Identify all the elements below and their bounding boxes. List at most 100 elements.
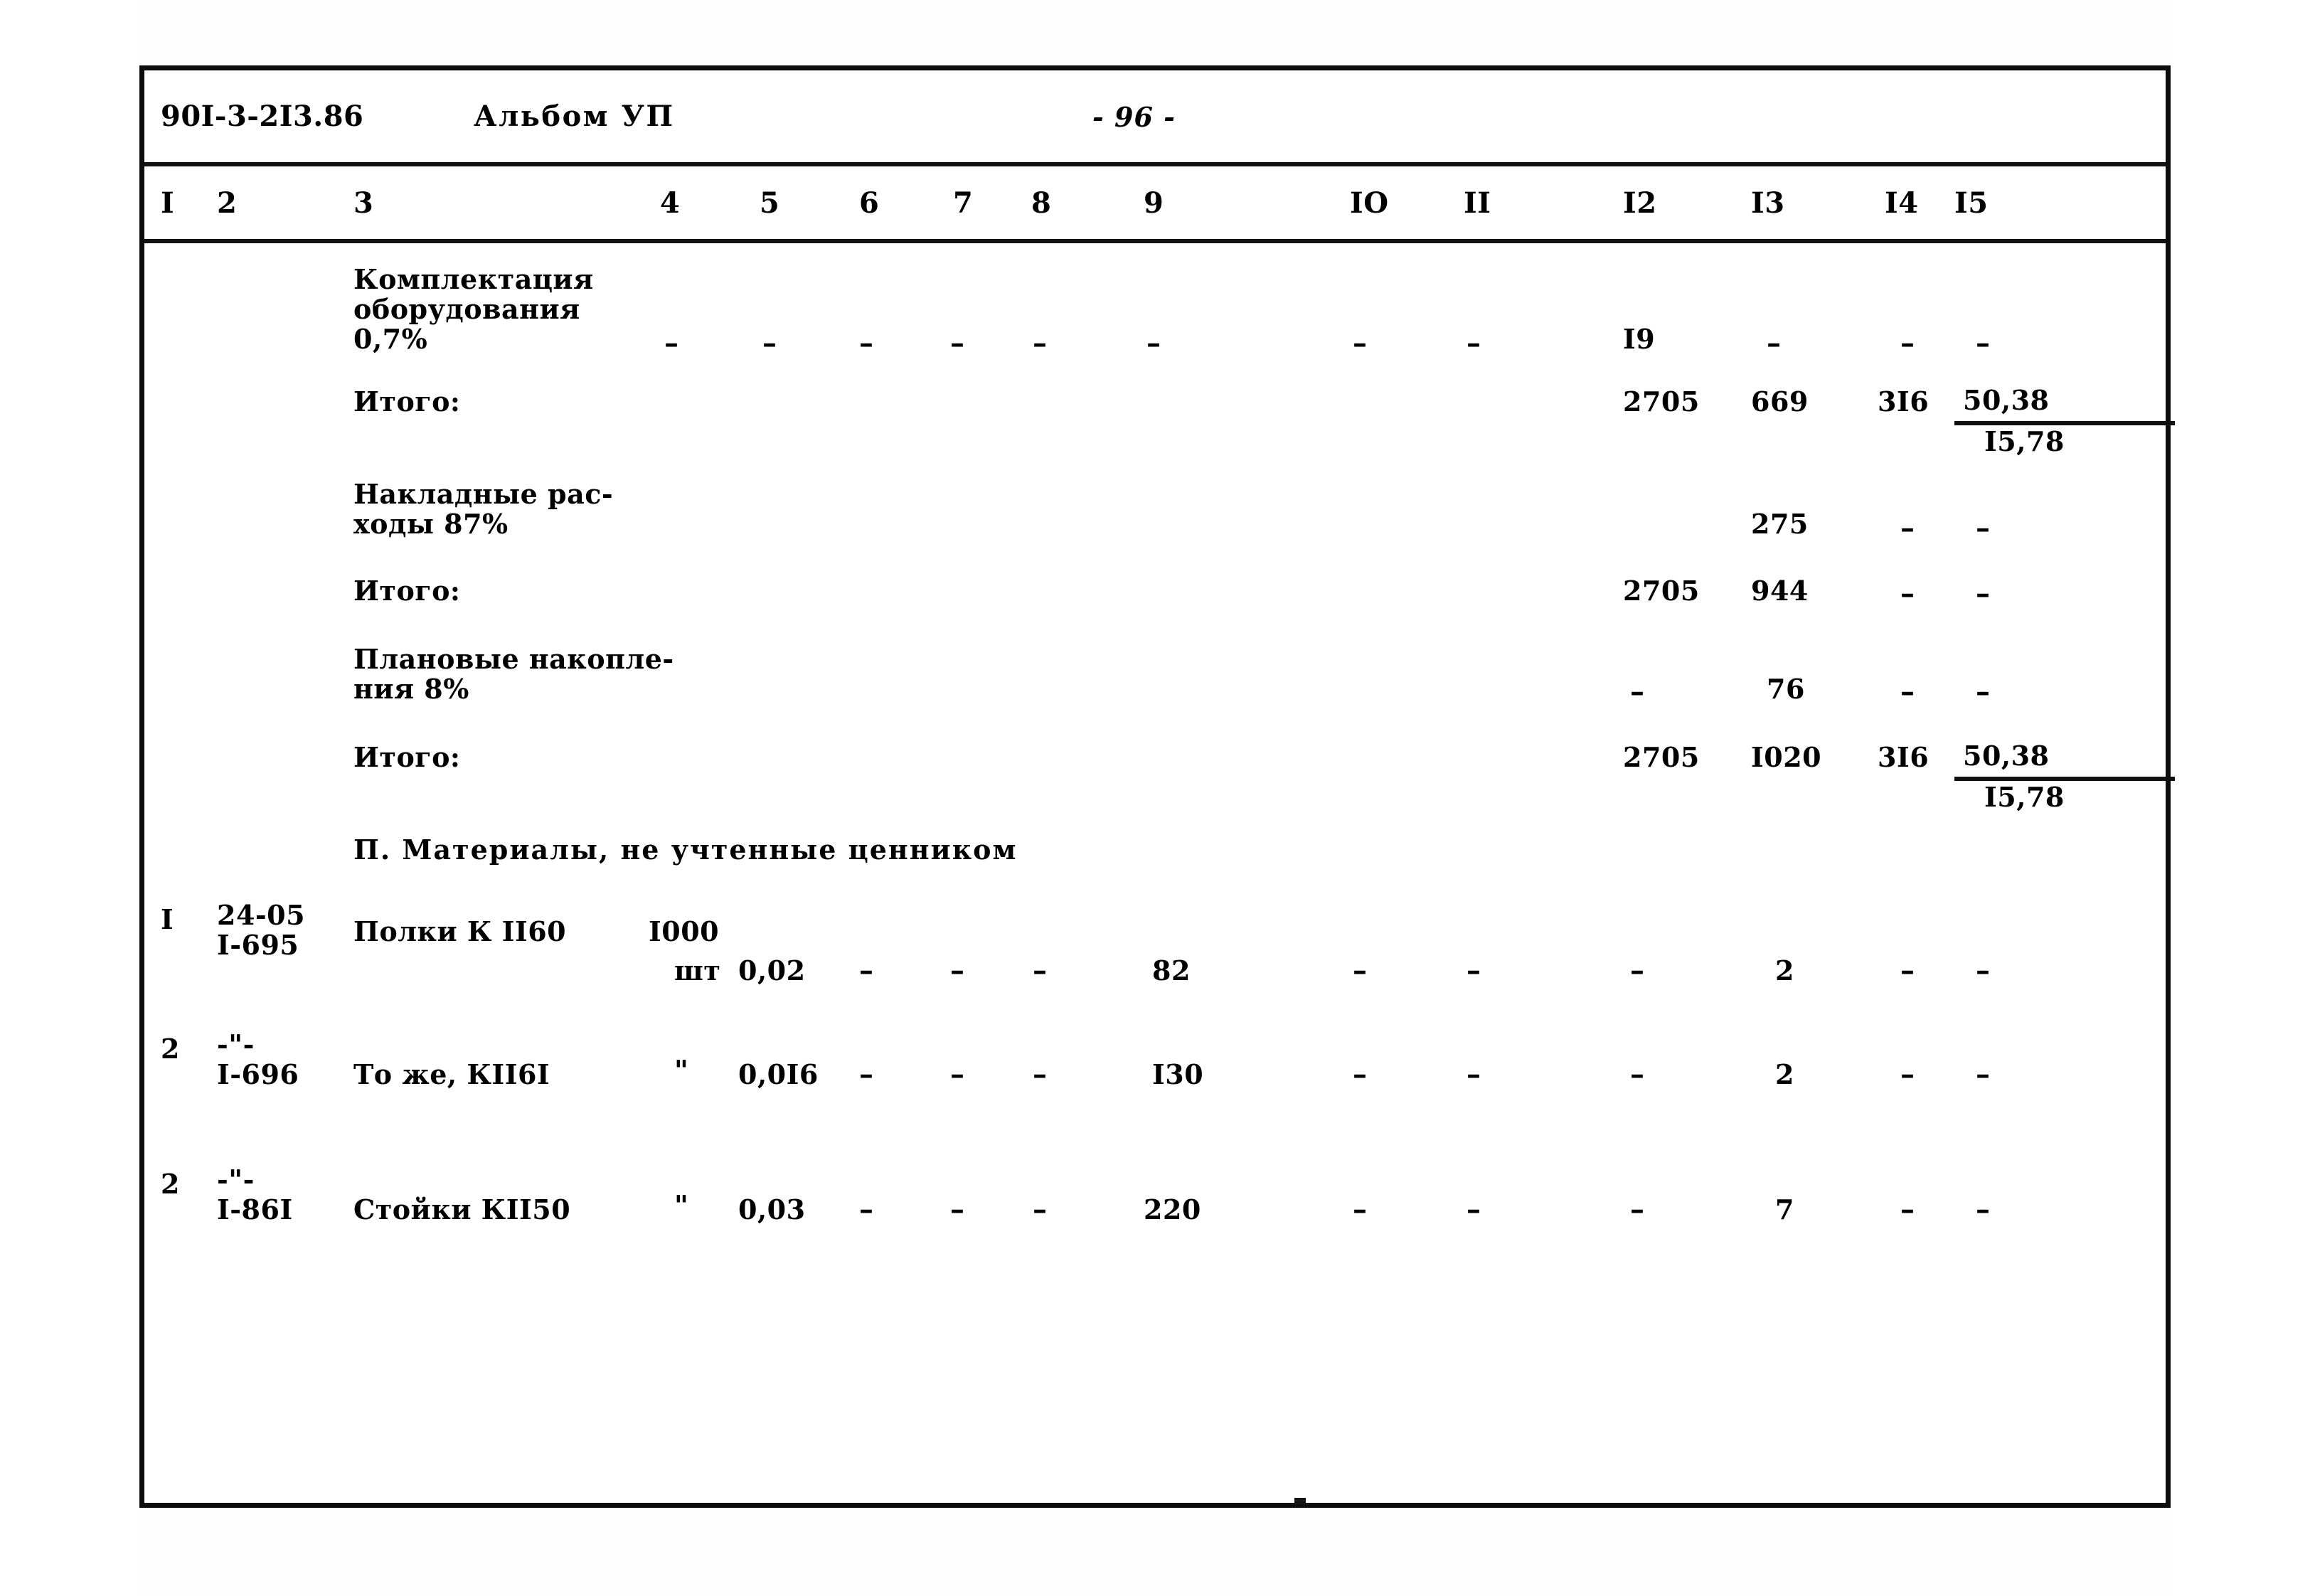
- column-header-15: I5: [1954, 186, 1989, 220]
- header-rule-top: [144, 162, 2166, 166]
- mrow1-c15: –: [1976, 954, 1991, 987]
- column-header-1: I: [161, 186, 175, 220]
- row-planovye-c12: –: [1630, 675, 1645, 708]
- row-komplektaciya-c8: –: [1033, 326, 1048, 360]
- row-komplektaciya-c11: –: [1467, 326, 1481, 360]
- row-komplektaciya-c9: –: [1146, 326, 1161, 360]
- row-itogo-2-c12: 2705: [1623, 575, 1700, 607]
- page-number: - 96 -: [1092, 101, 1176, 133]
- column-header-12: I2: [1623, 186, 1657, 220]
- mrow2-c9: I30: [1152, 1058, 1204, 1090]
- row-komplektaciya-line1: Комплектация: [353, 263, 594, 295]
- mrow2-c11: –: [1467, 1058, 1481, 1091]
- row-nakladnye-c15: –: [1976, 511, 1991, 545]
- row-nakladnye-c14: –: [1900, 511, 1915, 545]
- column-header-4: 4: [660, 186, 681, 220]
- mrow1-c14: –: [1900, 954, 1915, 987]
- row-itogo-3-c12: 2705: [1623, 741, 1700, 773]
- column-header-10: IO: [1350, 186, 1389, 220]
- mrow1-c4-line2: шт: [674, 954, 721, 986]
- column-header-6: 6: [859, 186, 880, 220]
- mrow2-c2-line1: -"-: [217, 1028, 255, 1060]
- scanned-page: 90I-3-2I3.86 Альбом УП - 96 - I 2 3 4 5 …: [0, 0, 2310, 1596]
- mrow1-c2-line1: 24-05: [217, 899, 306, 931]
- mrow1-c6: –: [859, 954, 874, 987]
- row-itogo-1-c15-top: 50,38: [1963, 384, 2050, 416]
- row-komplektaciya-c15: –: [1976, 326, 1991, 360]
- mrow3-c4-line2: ": [674, 1189, 689, 1221]
- row-planovye-c13: 76: [1767, 673, 1805, 705]
- section-title-materials: П. Материалы, не учтенные ценником: [353, 834, 1018, 866]
- mrow3-c10: –: [1353, 1193, 1368, 1226]
- mrow1-c7: –: [950, 954, 965, 987]
- row-itogo-1-label: Итого:: [353, 385, 461, 417]
- row-komplektaciya-c14: –: [1900, 326, 1915, 360]
- document-code: 90I-3-2I3.86: [161, 100, 364, 133]
- row-komplektaciya-line2: оборудования: [353, 293, 580, 325]
- row-nakladnye-line2: ходы 87%: [353, 508, 509, 540]
- mrow2-c2-line2: I-696: [217, 1058, 299, 1090]
- page-margin-left: [0, 0, 139, 1596]
- row-itogo-1-c15-bottom: I5,78: [1984, 425, 2065, 457]
- row-nakladnye-line1: Накладные рас-: [353, 478, 614, 510]
- mrow3-c12: –: [1630, 1193, 1645, 1226]
- row-itogo-3-label: Итого:: [353, 741, 461, 773]
- mrow2-c12: –: [1630, 1058, 1645, 1091]
- mrow3-c13: 7: [1775, 1193, 1794, 1225]
- row-komplektaciya-c13: –: [1767, 326, 1782, 360]
- row-planovye-c14: –: [1900, 675, 1915, 708]
- mrow1-c11: –: [1467, 954, 1481, 987]
- row-itogo-2-c14: –: [1900, 577, 1915, 610]
- page-margin-right: [2171, 0, 2310, 1596]
- column-header-5: 5: [760, 186, 780, 220]
- column-header-7: 7: [953, 186, 974, 220]
- row-planovye-line2: ния 8%: [353, 673, 469, 705]
- mrow2-c10: –: [1353, 1058, 1368, 1091]
- header-rule-bottom: [144, 239, 2166, 243]
- row-itogo-1-c13: 669: [1751, 385, 1809, 417]
- mrow3-c9: 220: [1144, 1193, 1201, 1225]
- row-itogo-2-c15: –: [1976, 577, 1991, 610]
- mrow3-c2-line2: I-86I: [217, 1193, 293, 1225]
- row-komplektaciya-c5: –: [762, 326, 777, 360]
- row-itogo-2-c13: 944: [1751, 575, 1809, 607]
- row-komplektaciya-line3: 0,7%: [353, 323, 428, 355]
- mrow2-c7: –: [950, 1058, 965, 1091]
- mrow2-c6: –: [859, 1058, 874, 1091]
- mrow2-c8: –: [1033, 1058, 1048, 1091]
- mrow1-c1: I: [161, 903, 174, 935]
- row-itogo-2-label: Итого:: [353, 575, 461, 607]
- column-header-9: 9: [1144, 186, 1164, 220]
- row-itogo-3-c15-top: 50,38: [1963, 740, 2050, 772]
- column-header-14: I4: [1885, 186, 1919, 220]
- mrow3-c3: Стойки КII50: [353, 1193, 571, 1225]
- document-header: 90I-3-2I3.86 Альбом УП - 96 -: [161, 100, 2152, 149]
- mrow3-c15: –: [1976, 1193, 1991, 1226]
- row-itogo-3-c15-bottom: I5,78: [1984, 781, 2065, 813]
- row-itogo-3-c13: I020: [1751, 741, 1822, 773]
- mrow3-c1: 2: [161, 1168, 180, 1200]
- row-nakladnye-c13: 275: [1751, 508, 1809, 540]
- mrow3-c5: 0,03: [738, 1193, 806, 1225]
- mrow3-c6: –: [859, 1193, 874, 1226]
- mrow1-c13: 2: [1775, 954, 1794, 986]
- row-itogo-1-c12: 2705: [1623, 385, 1700, 417]
- mrow1-c9: 82: [1152, 954, 1191, 986]
- column-header-8: 8: [1031, 186, 1052, 220]
- mrow1-c3: Полки К II60: [353, 915, 567, 947]
- column-header-11: II: [1464, 186, 1491, 220]
- mrow1-c8: –: [1033, 954, 1048, 987]
- mrow2-c3: То же, КII6I: [353, 1058, 550, 1090]
- mrow2-c13: 2: [1775, 1058, 1794, 1090]
- row-komplektaciya-c6: –: [859, 326, 874, 360]
- row-komplektaciya-c4: –: [664, 326, 679, 360]
- album-label: Альбом УП: [474, 100, 675, 133]
- row-itogo-1-c14: 3I6: [1878, 385, 1930, 417]
- row-komplektaciya-c12: I9: [1623, 323, 1656, 355]
- mrow2-c5: 0,0I6: [738, 1058, 819, 1090]
- row-itogo-3-c14: 3I6: [1878, 741, 1930, 773]
- mrow2-c1: 2: [161, 1033, 180, 1065]
- mrow3-c14: –: [1900, 1193, 1915, 1226]
- mrow1-c10: –: [1353, 954, 1368, 987]
- row-planovye-c15: –: [1976, 675, 1991, 708]
